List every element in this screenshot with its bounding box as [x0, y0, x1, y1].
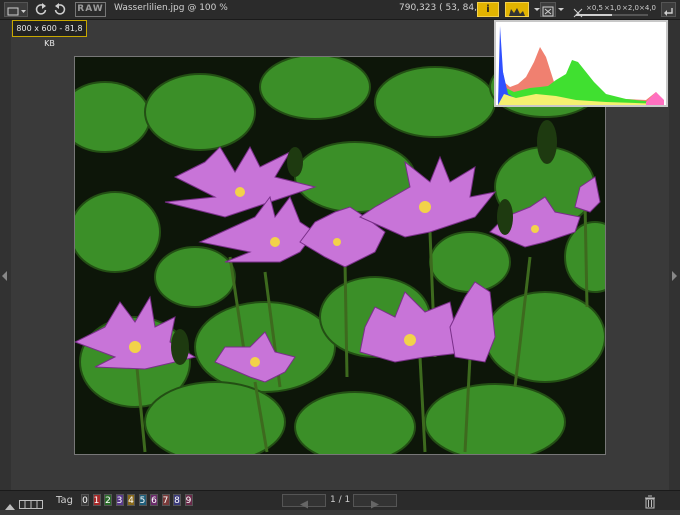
histogram-graph — [496, 22, 666, 105]
return-icon — [664, 8, 673, 16]
right-arrow-icon — [672, 271, 677, 281]
zoom-level-4-0[interactable]: ×4,0 — [639, 4, 656, 12]
tag-label: Tag — [56, 495, 73, 506]
previous-button[interactable] — [282, 494, 326, 509]
tag-button-6[interactable]: 6 — [150, 494, 158, 506]
tag-button-3[interactable]: 3 — [115, 494, 124, 506]
exit-fullscreen-button[interactable] — [661, 2, 676, 17]
histogram-icon — [509, 8, 525, 16]
zoom-level-0-5[interactable]: ×0,5 — [586, 4, 603, 12]
tag-button-9[interactable]: 9 — [184, 494, 193, 506]
left-arrow-icon — [2, 271, 7, 281]
page-indicator: 1 / 1 — [330, 495, 351, 505]
histogram-button[interactable] — [505, 2, 529, 17]
raw-button[interactable]: RAW — [75, 2, 106, 17]
zoom-slider-fill — [576, 14, 612, 16]
trash-icon — [645, 495, 655, 509]
image-size-info: 800 x 600 - 81,8 KB — [12, 20, 87, 48]
tag-button-2[interactable]: 2 — [104, 494, 112, 506]
tag-button-4[interactable]: 4 — [127, 494, 135, 506]
rotate-left-icon — [35, 3, 47, 15]
fit-options-dropdown[interactable] — [557, 2, 565, 17]
top-toolbar: RAW Wasserlilien.jpg @ 100 % 790,323 ( 5… — [0, 0, 680, 20]
right-panel-toggle[interactable] — [669, 20, 680, 490]
rotate-right-button[interactable] — [53, 2, 67, 17]
water-lilies-image — [75, 57, 605, 454]
tag-button-1[interactable]: 1 — [92, 494, 101, 506]
delete-button[interactable] — [644, 494, 656, 513]
info-button[interactable]: i — [477, 2, 499, 17]
histogram-panel — [494, 20, 668, 107]
filmstrip-toggle[interactable] — [4, 496, 16, 515]
chevron-down-icon — [558, 8, 564, 11]
next-icon — [371, 500, 379, 509]
bottom-bar: Tag 0123456789 1 / 1 — [0, 490, 680, 510]
view-mode-dropdown[interactable] — [4, 2, 28, 17]
fit-screen-icon — [542, 6, 554, 17]
rotate-right-icon — [54, 3, 66, 15]
next-button[interactable] — [353, 494, 397, 509]
tag-button-7[interactable]: 7 — [161, 494, 170, 506]
zoom-level-1-0[interactable]: ×1,0 — [604, 4, 621, 12]
zoom-level-2-0[interactable]: ×2,0 — [622, 4, 639, 12]
zoom-slider[interactable] — [576, 14, 648, 16]
view-mode-icon — [7, 7, 26, 16]
rotate-left-button[interactable] — [34, 2, 48, 17]
previous-icon — [300, 500, 308, 509]
filmstrip-icon — [19, 500, 43, 509]
left-panel-toggle[interactable] — [0, 20, 11, 490]
tag-button-5[interactable]: 5 — [138, 494, 147, 506]
fit-screen-button[interactable] — [540, 2, 556, 17]
tag-button-8[interactable]: 8 — [173, 494, 181, 506]
filmstrip-button[interactable] — [19, 495, 43, 514]
main-photo — [74, 56, 606, 455]
tag-button-0[interactable]: 0 — [81, 494, 89, 506]
file-name: Wasserlilien.jpg @ 100 % — [114, 3, 228, 13]
